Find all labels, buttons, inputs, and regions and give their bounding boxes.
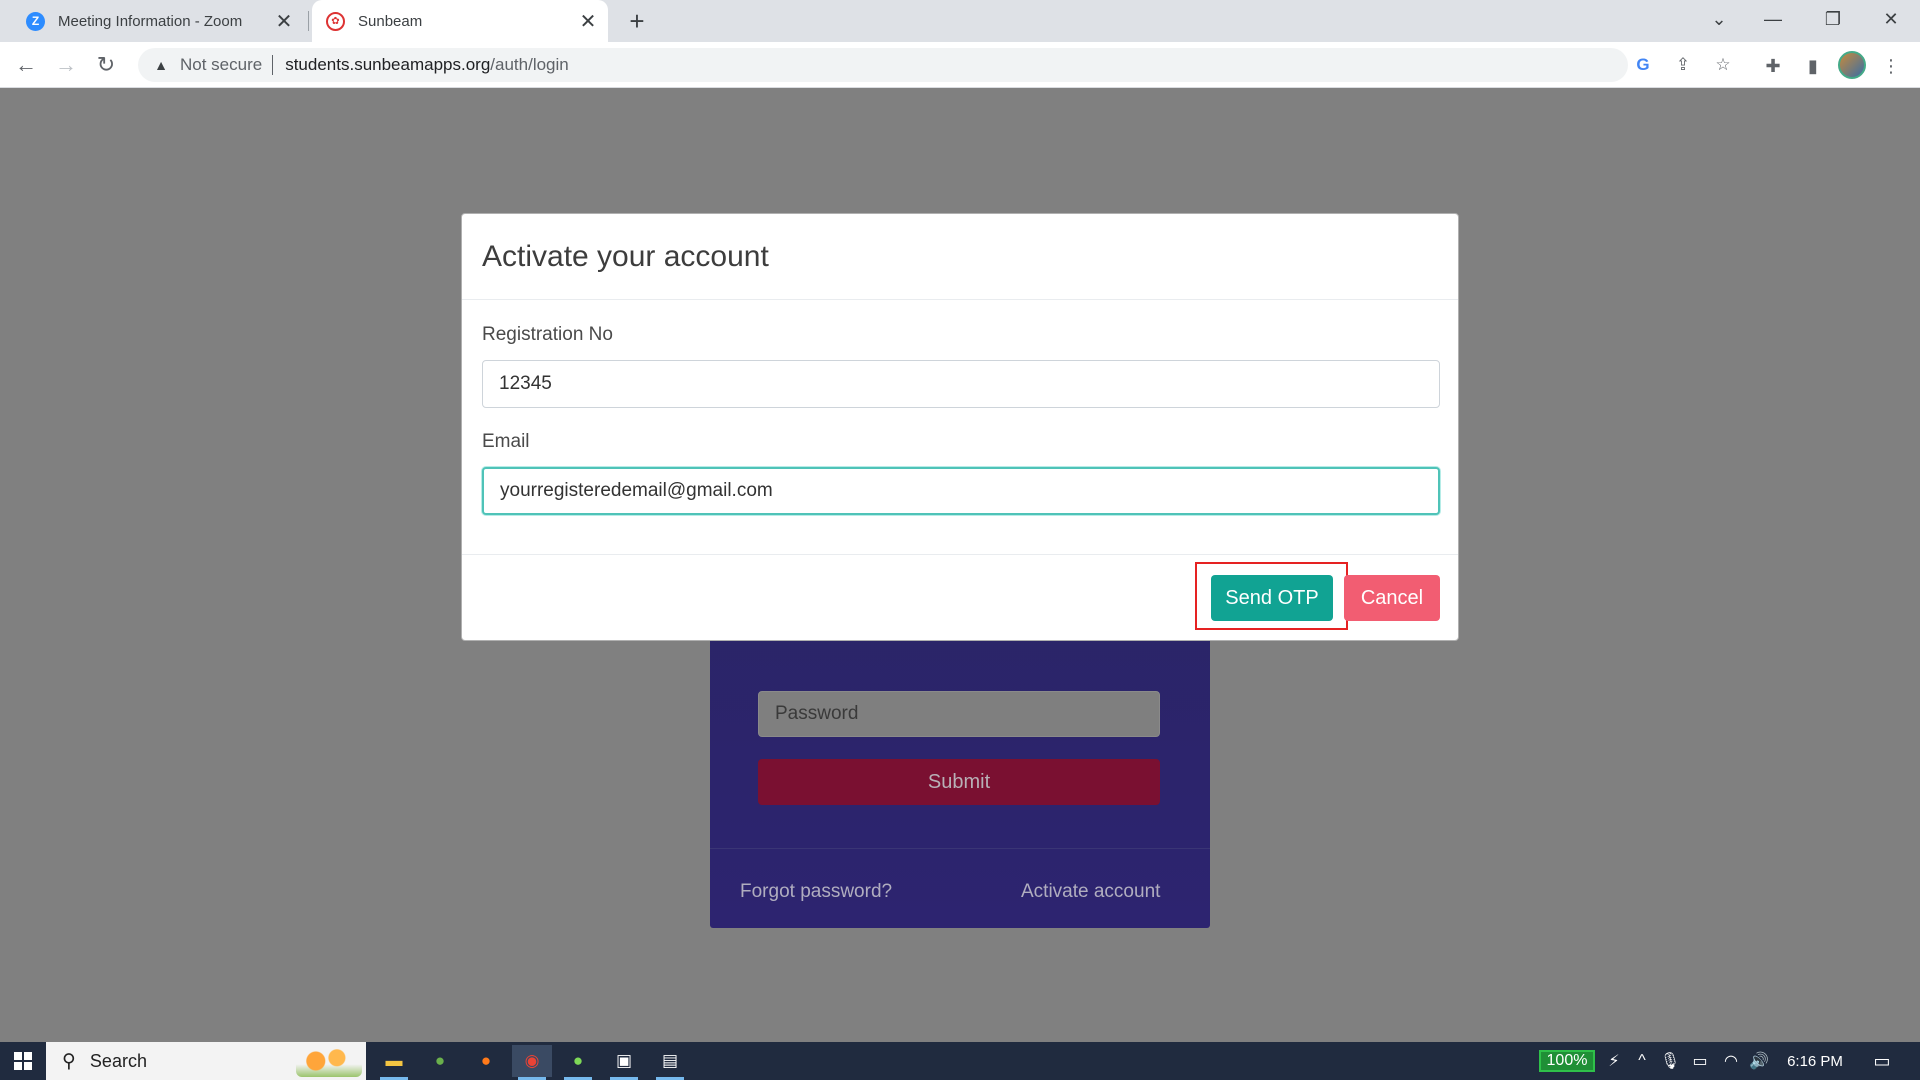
search-icon: ⚲ — [62, 1050, 76, 1072]
restore-button[interactable]: ❐ — [1808, 0, 1858, 38]
search-highlight-image — [296, 1045, 362, 1077]
volume-icon[interactable]: 🔊 — [1746, 1042, 1772, 1080]
registration-input[interactable] — [482, 360, 1440, 408]
terminal-app-icon[interactable]: ▣ — [604, 1045, 644, 1080]
address-separator — [272, 55, 274, 75]
new-tab-button[interactable]: + — [622, 6, 652, 36]
back-arrow-icon[interactable]: ← — [10, 49, 42, 81]
email-label: Email — [482, 431, 530, 452]
url-host: students.sunbeamapps.org — [285, 55, 491, 74]
zoom-icon: Z — [26, 11, 45, 31]
extensions-puzzle-icon[interactable]: ✚ — [1760, 53, 1786, 79]
tab-sunbeam[interactable]: ✿ Sunbeam ✕ — [312, 0, 608, 42]
side-panel-icon[interactable]: ▮ — [1800, 53, 1826, 79]
battery-indicator[interactable]: 100% — [1537, 1042, 1597, 1080]
forgot-password-link[interactable]: Forgot password? — [740, 881, 892, 903]
power-plug-icon[interactable]: ⚡ — [1602, 1042, 1626, 1080]
share-icon[interactable]: ⇪ — [1671, 53, 1695, 77]
profile-avatar[interactable] — [1838, 51, 1866, 79]
google-lens-icon[interactable]: G — [1631, 53, 1655, 77]
minimize-button[interactable]: — — [1748, 0, 1798, 38]
microphone-icon[interactable]: 🎙 — [1658, 1042, 1682, 1080]
battery-percent: 100% — [1538, 1050, 1596, 1072]
tab-title: Sunbeam — [358, 12, 423, 30]
tab-zoom-meeting[interactable]: Z Meeting Information - Zoom ✕ — [12, 0, 304, 42]
start-button[interactable] — [0, 1042, 46, 1080]
search-label: Search — [89, 1050, 147, 1071]
browser-toolbar: ← → ↻ ▲ Not secure students.sunbeamapps.… — [0, 42, 1920, 88]
windows-logo-icon — [14, 1052, 32, 1070]
reload-icon[interactable]: ↻ — [90, 49, 122, 81]
cancel-button[interactable]: Cancel — [1344, 575, 1440, 621]
tab-search-chevron-icon[interactable]: ⌄ — [1694, 0, 1744, 38]
notification-icon[interactable]: ▭ — [1862, 1042, 1902, 1080]
battery-icon[interactable]: ▭ — [1686, 1042, 1714, 1080]
page-backdrop: 12345 Password Submit Forgot password? A… — [0, 88, 1920, 1042]
modal-header: Activate your account — [462, 214, 1458, 300]
spring-tool-icon[interactable]: ● — [420, 1045, 460, 1077]
login-divider — [710, 848, 1210, 849]
firefox-icon[interactable]: ● — [466, 1045, 506, 1077]
activate-account-modal: Activate your account Registration No Em… — [461, 213, 1459, 641]
tab-divider — [308, 11, 309, 31]
command-prompt-icon[interactable]: ▤ — [650, 1045, 690, 1080]
bookmark-star-icon[interactable]: ☆ — [1711, 53, 1735, 77]
taskbar-search[interactable]: ⚲ Search — [46, 1042, 366, 1080]
modal-footer-divider — [462, 554, 1458, 555]
wifi-icon[interactable]: ◠ — [1718, 1042, 1744, 1080]
more-menu-icon[interactable]: ⋮ — [1878, 53, 1904, 79]
show-hidden-icons-chevron[interactable]: ^ — [1630, 1042, 1654, 1080]
sunbeam-icon: ✿ — [326, 11, 345, 31]
send-otp-button[interactable]: Send OTP — [1211, 575, 1333, 621]
close-tab-icon[interactable]: ✕ — [574, 7, 602, 35]
email-input[interactable] — [482, 467, 1440, 515]
modal-title: Activate your account — [482, 239, 769, 273]
registration-label: Registration No — [482, 324, 613, 345]
file-explorer-icon[interactable]: ▬ — [374, 1045, 414, 1080]
tab-title: Meeting Information - Zoom — [58, 12, 243, 30]
forward-arrow-icon[interactable]: → — [50, 49, 82, 81]
login-password-field[interactable]: Password — [758, 691, 1160, 737]
taskbar: ⚲ Search ▬ ● ● ◉ ● ▣ ▤ 100% ⚡ ^ 🎙 ▭ ◠ 🔊 … — [0, 1042, 1920, 1080]
browser-tab-strip: Z Meeting Information - Zoom ✕ ✿ Sunbeam… — [0, 0, 1920, 42]
url-path: /auth/login — [490, 55, 569, 74]
spring-boot-icon[interactable]: ● — [558, 1045, 598, 1080]
security-status[interactable]: Not secure — [180, 55, 262, 75]
warning-triangle-icon[interactable]: ▲ — [152, 56, 170, 74]
clock[interactable]: 6:16 PM — [1780, 1042, 1850, 1080]
close-window-button[interactable]: ✕ — [1866, 0, 1916, 38]
chrome-icon[interactable]: ◉ — [512, 1045, 552, 1080]
activate-account-link[interactable]: Activate account — [1021, 881, 1160, 903]
login-submit-button[interactable]: Submit — [758, 759, 1160, 805]
address-bar[interactable]: ▲ Not secure students.sunbeamapps.org/au… — [138, 48, 1628, 82]
close-tab-icon[interactable]: ✕ — [270, 7, 298, 35]
